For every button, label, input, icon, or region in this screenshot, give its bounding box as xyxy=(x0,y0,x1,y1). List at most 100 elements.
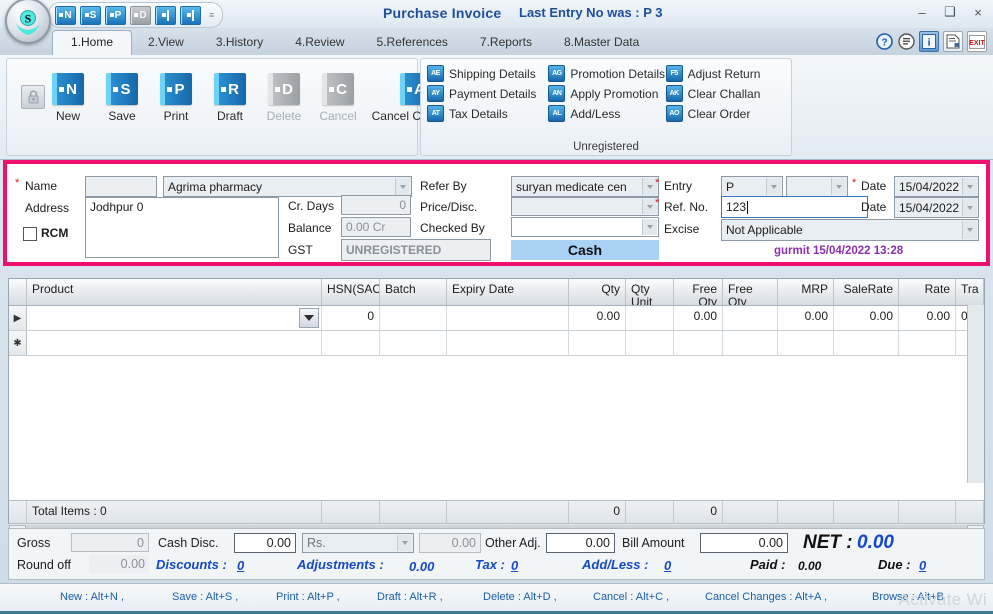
tab-history[interactable]: 3.History xyxy=(200,31,279,55)
column-header-mrp[interactable]: MRP xyxy=(778,279,834,305)
tab-review[interactable]: 4.Review xyxy=(279,31,360,55)
cell-rate[interactable]: 0.00 xyxy=(899,306,956,330)
column-header-free-qty[interactable]: Free Qty xyxy=(674,279,723,305)
tab-view[interactable]: 2.View xyxy=(132,31,200,55)
exit-icon[interactable]: EXIT xyxy=(967,31,987,52)
checked-by-input[interactable] xyxy=(511,217,659,237)
entry-date-dropdown-icon[interactable] xyxy=(962,178,977,195)
tab-references[interactable]: 5.References xyxy=(361,31,464,55)
cell-batch[interactable] xyxy=(380,306,447,330)
apply-promotion-button[interactable]: AN Apply Promotion xyxy=(548,85,665,102)
cell-free-qty[interactable] xyxy=(674,331,723,355)
qat-first-record-icon[interactable] xyxy=(155,5,176,25)
column-header-free-qty-unit[interactable]: Free Qty xyxy=(723,279,778,305)
adjust-return-button[interactable]: F5 Adjust Return xyxy=(665,65,787,82)
close-button[interactable]: × xyxy=(971,5,985,20)
column-header-expiry-date[interactable]: Expiry Date xyxy=(447,279,569,305)
entry-series-input[interactable] xyxy=(786,176,848,197)
promotion-details-button[interactable]: AG Promotion Details xyxy=(548,65,665,82)
minimize-button[interactable]: – xyxy=(915,5,929,20)
cell-mrp[interactable]: 0.00 xyxy=(778,306,834,330)
column-header-qty-unit[interactable]: Qty Unit xyxy=(626,279,674,305)
other-adj-input[interactable]: 0.00 xyxy=(546,533,615,553)
entry-series-dropdown-icon[interactable] xyxy=(831,178,846,195)
add-less-button[interactable]: AL Add/Less xyxy=(548,105,665,122)
cr-days-input[interactable]: 0 xyxy=(341,195,411,215)
column-header-salerate[interactable]: SaleRate xyxy=(834,279,899,305)
excise-dropdown-icon[interactable] xyxy=(962,221,977,239)
tab-master-data[interactable]: 8.Master Data xyxy=(548,31,655,55)
add-less-value[interactable]: 0 xyxy=(664,558,671,573)
cell-product[interactable] xyxy=(27,306,322,330)
cell-qty[interactable]: 0.00 xyxy=(569,306,626,330)
entry-type-input[interactable]: P xyxy=(721,176,783,197)
column-header-trade[interactable]: Tra xyxy=(956,279,984,305)
qat-new-icon[interactable]: N xyxy=(55,5,76,25)
save-button[interactable]: S Save xyxy=(95,73,149,123)
price-disc-input[interactable] xyxy=(511,197,659,216)
cash-mode-badge[interactable]: Cash xyxy=(511,240,659,260)
grid-empty-area[interactable] xyxy=(9,356,984,500)
column-header-product[interactable]: Product xyxy=(27,279,322,305)
column-header-qty[interactable]: Qty xyxy=(569,279,626,305)
tax-value[interactable]: 0 xyxy=(511,558,518,573)
checked-by-dropdown-icon[interactable] xyxy=(642,219,657,235)
discounts-value[interactable]: 0 xyxy=(237,558,244,573)
entry-date-input[interactable]: 15/04/2022 xyxy=(894,176,979,197)
cell-salerate[interactable]: 0.00 xyxy=(834,306,899,330)
cell-free-qty-unit[interactable] xyxy=(723,331,778,355)
cell-qty-unit[interactable] xyxy=(626,306,674,330)
product-dropdown-icon[interactable] xyxy=(299,308,319,328)
adjustments-value[interactable]: 0.00 xyxy=(409,559,434,574)
cell-batch[interactable] xyxy=(380,331,447,355)
cell-product[interactable] xyxy=(27,331,322,355)
qat-draft-icon[interactable]: D xyxy=(130,5,151,25)
excise-input[interactable]: Not Applicable xyxy=(721,219,979,241)
tab-reports[interactable]: 7.Reports xyxy=(464,31,548,55)
cell-mrp[interactable] xyxy=(778,331,834,355)
draft-button[interactable]: R Draft xyxy=(203,73,257,123)
ref-no-input[interactable]: 123 xyxy=(721,196,868,218)
column-header-rate[interactable]: Rate xyxy=(899,279,956,305)
party-code-input[interactable] xyxy=(85,176,157,197)
clear-challan-button[interactable]: AK Clear Challan xyxy=(665,85,787,102)
table-row[interactable]: ✱ xyxy=(9,331,984,356)
info-icon[interactable]: i xyxy=(919,31,939,52)
tab-home[interactable]: 1.Home xyxy=(52,30,133,56)
new-button[interactable]: N New xyxy=(41,73,95,123)
print-button[interactable]: P Print xyxy=(149,73,203,123)
rcm-checkbox[interactable] xyxy=(23,227,37,241)
cash-disc-input[interactable]: 0.00 xyxy=(234,533,296,553)
app-logo-icon[interactable]: S xyxy=(5,0,51,44)
cell-salerate[interactable] xyxy=(834,331,899,355)
cell-hsn[interactable] xyxy=(322,331,380,355)
cell-free-qty-unit[interactable] xyxy=(723,306,778,330)
qat-save-icon[interactable]: S xyxy=(80,5,101,25)
maximize-button[interactable]: ❑ xyxy=(943,4,957,20)
address-input[interactable]: Jodhpur 0 xyxy=(85,197,279,258)
notes-icon[interactable] xyxy=(897,32,915,51)
ref-date-dropdown-icon[interactable] xyxy=(962,199,977,216)
qat-last-record-icon[interactable] xyxy=(180,5,201,25)
grid-vertical-scrollbar[interactable] xyxy=(967,305,984,483)
refer-by-input[interactable]: suryan medicate cen xyxy=(511,176,659,197)
column-header-hsn[interactable]: HSN(SAC) xyxy=(322,279,380,305)
bill-amount-input[interactable]: 0.00 xyxy=(700,533,788,553)
qat-overflow-icon[interactable]: ≡ xyxy=(209,10,214,20)
cell-qty-unit[interactable] xyxy=(626,331,674,355)
clear-order-button[interactable]: AO Clear Order xyxy=(665,105,787,122)
cell-free-qty[interactable]: 0.00 xyxy=(674,306,723,330)
cell-expiry-date[interactable] xyxy=(447,331,569,355)
qat-print-icon[interactable]: P xyxy=(105,5,126,25)
cell-qty[interactable] xyxy=(569,331,626,355)
document-icon[interactable] xyxy=(943,31,963,52)
cell-hsn[interactable]: 0 xyxy=(322,306,380,330)
column-header-batch[interactable]: Batch xyxy=(380,279,447,305)
payment-details-button[interactable]: AY Payment Details xyxy=(427,85,548,102)
ref-date-input[interactable]: 15/04/2022 xyxy=(894,197,979,218)
party-name-input[interactable]: Agrima pharmacy xyxy=(163,176,412,197)
table-row[interactable]: ▶ 0 0.00 0.00 0.00 0.00 0.00 0. xyxy=(9,306,984,331)
cash-disc-currency-select[interactable]: Rs. xyxy=(302,533,414,553)
cell-expiry-date[interactable] xyxy=(447,306,569,330)
currency-dropdown-icon[interactable] xyxy=(397,535,412,551)
